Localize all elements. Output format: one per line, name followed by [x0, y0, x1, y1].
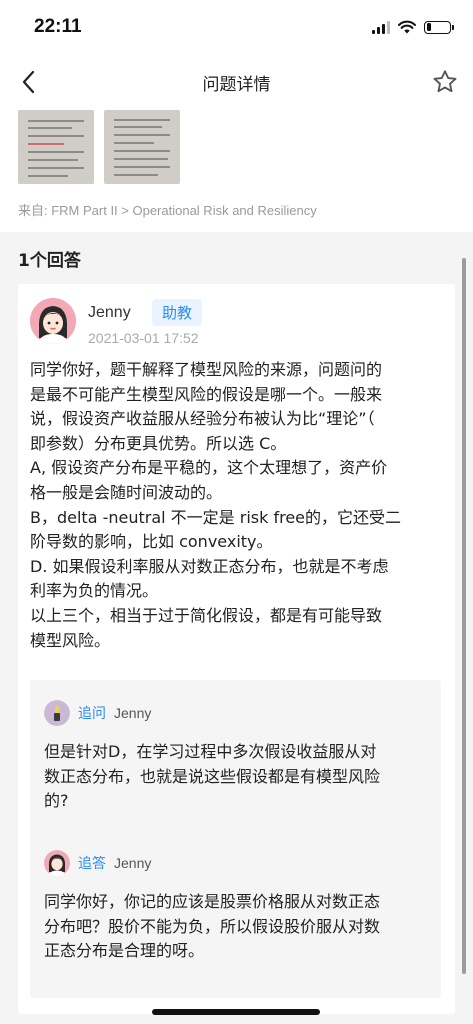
favorite-button[interactable]	[431, 68, 459, 96]
status-icons	[372, 20, 454, 34]
answers-count: 1个回答	[18, 251, 81, 271]
reply-line: 正态分布是合理的呀。	[44, 941, 205, 961]
role-badge: 助教	[152, 299, 203, 326]
question-source[interactable]: 来自: FRM Part II > Operational Risk and R…	[18, 200, 317, 219]
followup-line: 的?	[44, 791, 69, 811]
author-name: Jenny	[88, 304, 131, 321]
reply-label: 追答	[78, 856, 106, 872]
answer-line: 格一般是会随时间波动的。	[30, 482, 223, 502]
battery-level	[426, 23, 432, 31]
answer-body: 同学你好，题干解释了模型风险的来源，问题问的 是最不可能产生模型风险的假设是哪一…	[30, 358, 448, 653]
followup-author: Jenny	[114, 705, 152, 721]
reply-line: 分布吧？股价不能为负，所以假设股价服从对数	[44, 916, 381, 936]
status-time: 22:11	[34, 16, 82, 37]
post-time: 2021-03-01 17:52	[88, 330, 199, 346]
followup-thread: 追问 Jenny 但是针对D，在学习过程中多次假设收益服从对 数正态分布，也就是…	[30, 680, 441, 998]
answer-line: 说，假设资产收益服从经验分布被认为比“理论”（	[30, 409, 375, 429]
answer-line: 利率为负的情况。	[30, 581, 159, 601]
avatar[interactable]	[44, 850, 70, 876]
page-title: 问题详情	[202, 75, 271, 95]
battery-icon	[424, 20, 454, 34]
question-attachments	[18, 110, 180, 184]
wifi-icon	[398, 20, 416, 34]
answer-card: Jenny 助教 2021-03-01 17:52 同学你好，题干解释了模型风险…	[18, 284, 455, 1014]
followup-line: 数正态分布，也就是说这些假设都是有模型风险	[44, 766, 381, 786]
answer-line: D. 如果假设利率服从对数正态分布，也就是不考虑	[30, 556, 389, 576]
answer-line: 模型风险。	[30, 630, 111, 650]
answer-line: 即参数）分布更具优势。所以选 C。	[30, 433, 287, 453]
followup-line: 但是针对D，在学习过程中多次假设收益服从对	[44, 742, 377, 761]
answer-line: 阶导数的影响，比如 convexity。	[30, 532, 273, 552]
nav-bar: 问题详情	[0, 56, 473, 108]
reply-text: 同学你好，你记的应该是股票价格服从对数正态 分布吧？股价不能为负，所以假设股价服…	[44, 890, 434, 964]
reply-author: Jenny	[114, 855, 152, 871]
reply-line: 同学你好，你记的应该是股票价格服从对数正态	[44, 892, 381, 911]
reply-header: 追答 Jenny	[44, 850, 151, 876]
attachment-thumbnail-1[interactable]	[18, 110, 94, 184]
avatar-illustration	[44, 700, 70, 726]
star-outline-icon	[433, 70, 457, 93]
attachment-thumbnail-2[interactable]	[104, 110, 180, 184]
answer-line: B，delta -neutral 不一定是 risk free的，它还受二	[30, 507, 402, 527]
avatar-illustration	[44, 850, 70, 876]
avatar[interactable]	[44, 700, 70, 726]
answer-line: 是最不可能产生模型风险的假设是哪一个。一般来	[30, 384, 383, 404]
cellular-signal-icon	[372, 20, 390, 34]
avatar-illustration	[30, 298, 76, 344]
answer-line: 以上三个，相当于过于简化假设，都是有可能导致	[30, 605, 383, 625]
answer-line: A, 假设资产分布是平稳的，这个太理想了，资产价	[30, 458, 388, 478]
followup-label: 追问	[78, 706, 106, 722]
status-bar: 22:11	[0, 0, 473, 56]
followup-header: 追问 Jenny	[44, 700, 151, 726]
home-indicator[interactable]	[152, 1009, 320, 1015]
answer-line: 同学你好，题干解释了模型风险的来源，问题问的	[30, 360, 383, 379]
avatar[interactable]	[30, 298, 76, 344]
scrollbar[interactable]	[462, 258, 466, 974]
followup-text: 但是针对D，在学习过程中多次假设收益服从对 数正态分布，也就是说这些假设都是有模…	[44, 740, 434, 814]
